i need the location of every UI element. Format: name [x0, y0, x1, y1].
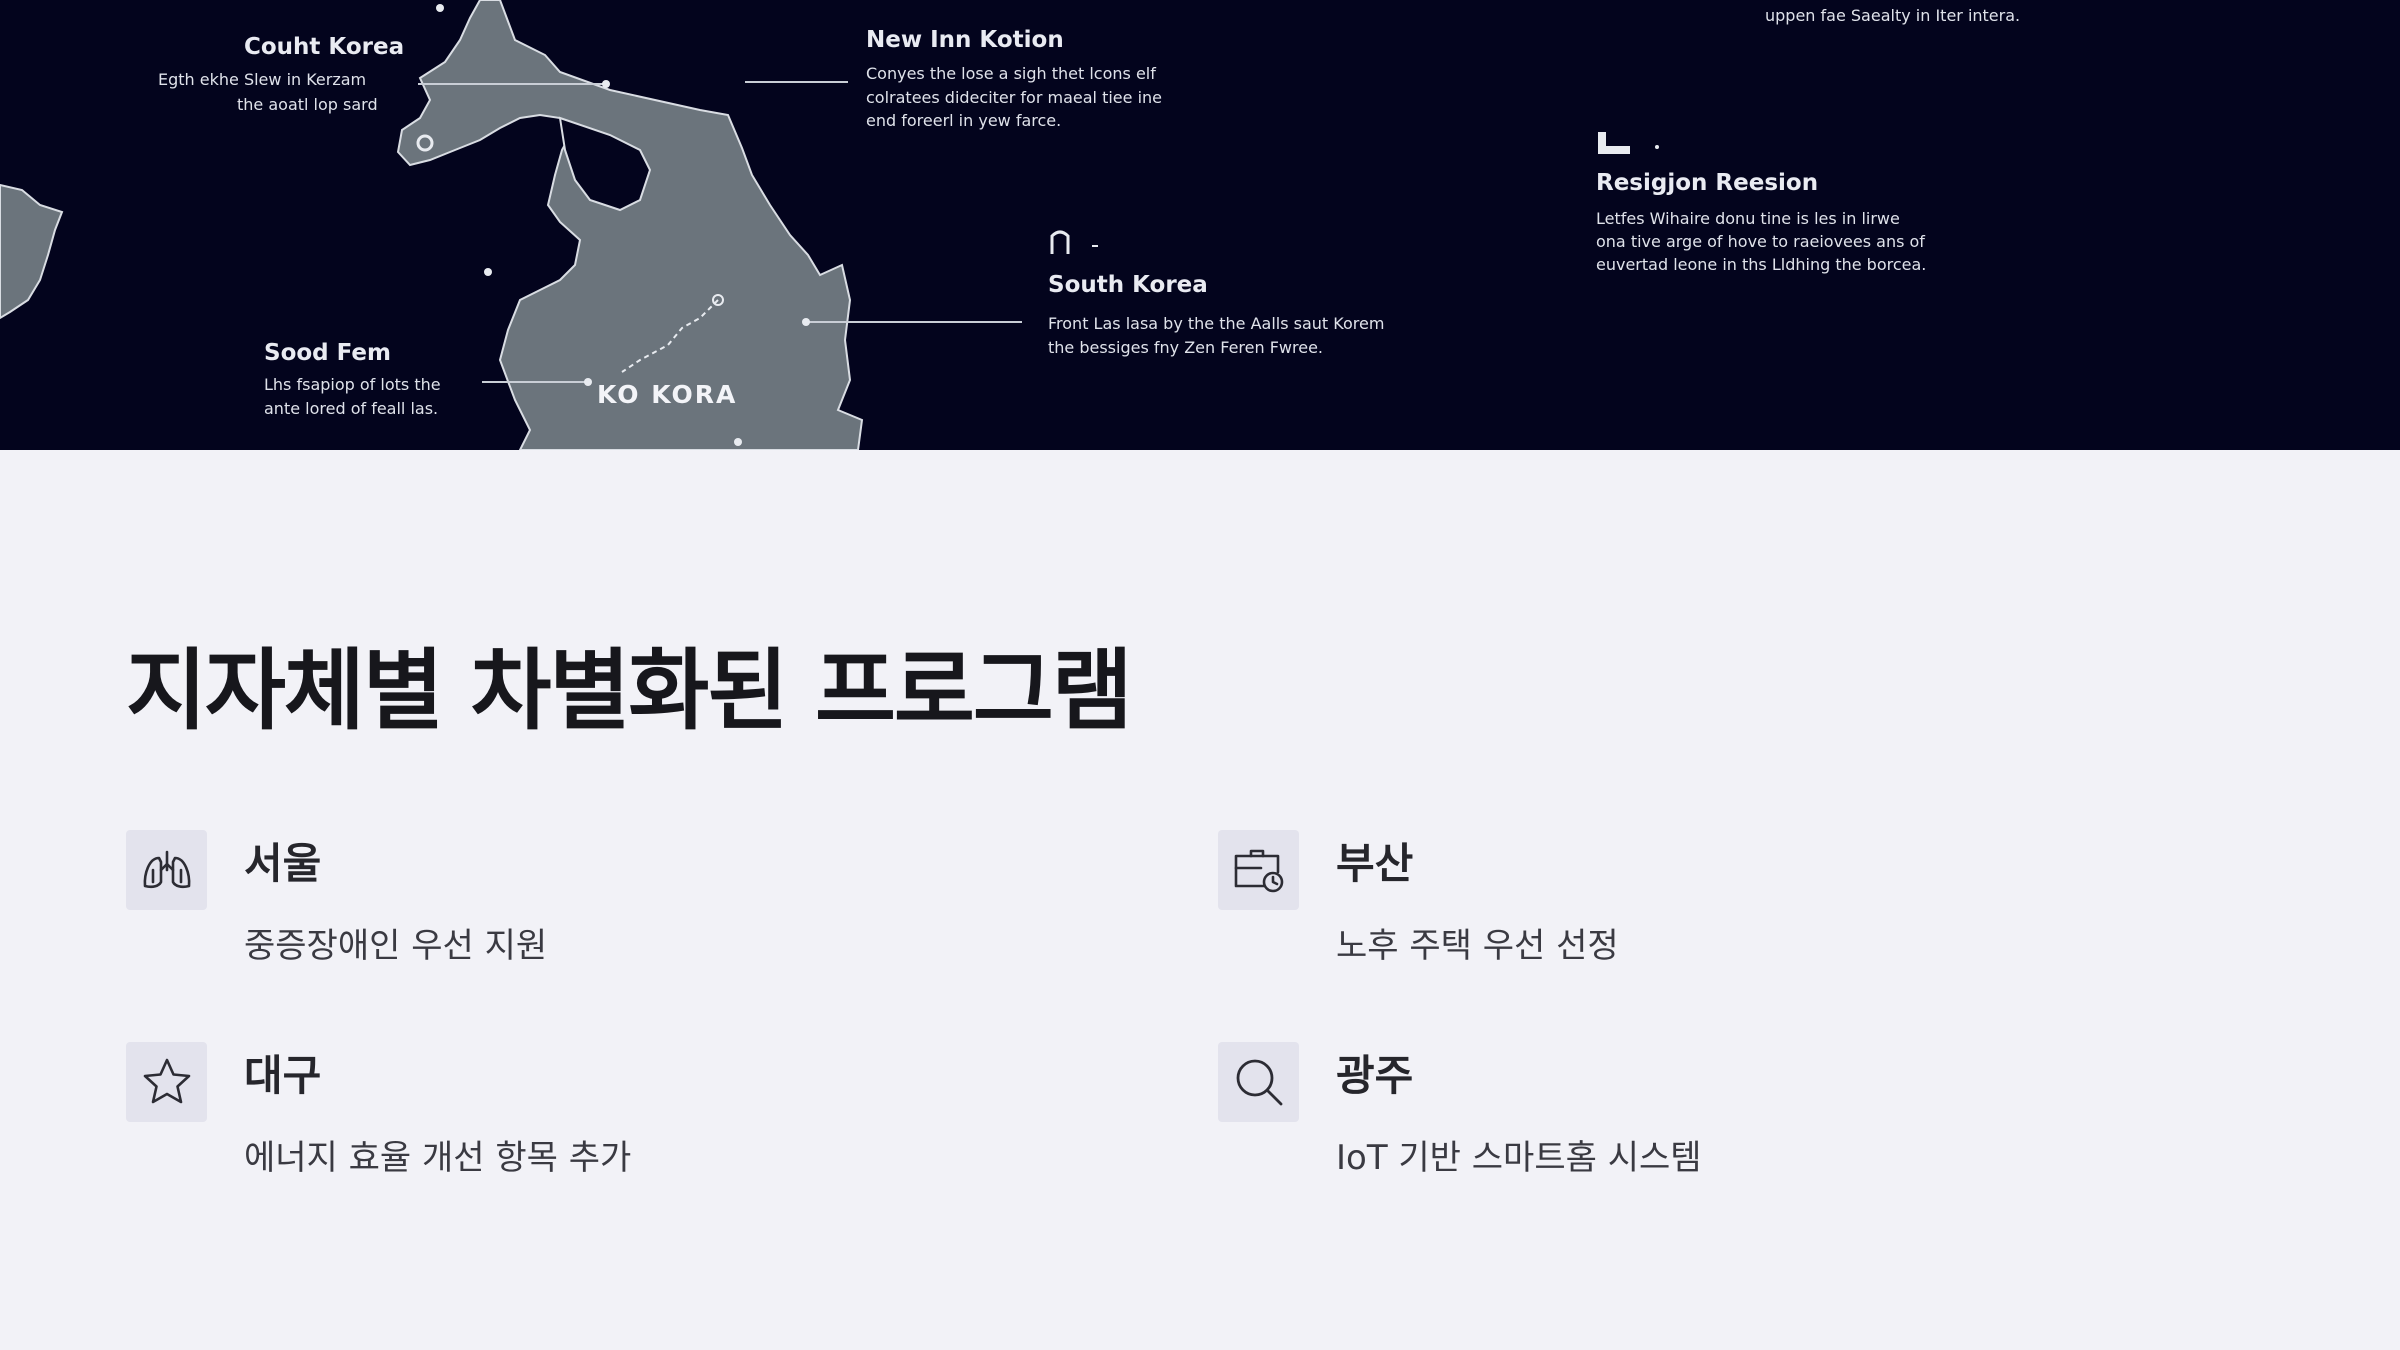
map-text: the aoatl lop sard	[237, 95, 378, 114]
map-text: Egth ekhe Slew in Kerzam	[158, 70, 367, 89]
item-description: IoT 기반 스마트홈 시스템	[1336, 1138, 1702, 1178]
island-dot	[484, 268, 492, 276]
briefcase-clock-icon	[1234, 849, 1283, 893]
map-label-title: Couht Korea	[244, 34, 405, 60]
map-label-title: Sood Fem	[264, 340, 391, 366]
icon-box	[126, 1042, 207, 1122]
item-title: 광주	[1336, 1051, 1414, 1100]
icon-box	[1218, 1042, 1299, 1122]
island-dot	[436, 4, 444, 12]
bed-icon	[1598, 132, 1630, 154]
page-title: 지자체별 차별화된 프로그램	[126, 639, 1133, 742]
arch-icon	[1050, 230, 1070, 254]
item-description: 노후 주택 우선 선정	[1336, 926, 1619, 966]
map-text: euvertad leone in ths Lldhing the borcea…	[1596, 255, 1927, 274]
map-label-title: Resigjon Reesion	[1596, 170, 1819, 196]
map-text: uppen fae Saealty in Iter intera.	[1765, 6, 2021, 25]
island-dot	[734, 438, 742, 446]
item-title: 대구	[244, 1051, 322, 1100]
west-landmass	[0, 183, 64, 320]
map-text: the bessiges fny Zen Feren Fwree.	[1048, 338, 1323, 357]
map-text: ona tive arge of hove to raeiovees ans o…	[1596, 232, 1925, 251]
map-text: Front Las lasa by the the Aalls saut Kor…	[1048, 314, 1385, 333]
map-text: end foreerl in yew farce.	[866, 111, 1062, 130]
program-item-daegu: 대구 에너지 효율 개선 항목 추가	[126, 1042, 1126, 1182]
lungs-icon	[143, 850, 190, 889]
star-icon	[143, 1058, 190, 1104]
map-region-label: KO KORA	[597, 380, 738, 409]
program-item-gwangju: 광주 IoT 기반 스마트홈 시스템	[1218, 1042, 2218, 1182]
map-text: Conyes the lose a sigh thet lcons elf	[866, 64, 1156, 83]
map-text: Letfes Wihaire donu tine is les in lirwe	[1596, 209, 1900, 228]
item-description: 에너지 효율 개선 항목 추가	[244, 1138, 632, 1178]
search-icon	[1236, 1059, 1282, 1106]
map-text: Lhs fsapiop of lots the	[264, 375, 441, 394]
item-description: 중증장애인 우선 지원	[244, 926, 548, 966]
map-text: colratees dideciter for maeal tiee ine	[866, 88, 1162, 107]
program-item-busan: 부산 노후 주택 우선 선정	[1218, 830, 2218, 970]
map-text: ante lored of feall las.	[264, 399, 439, 418]
map-label-title: New Inn Kotion	[866, 27, 1064, 53]
map-banner: uppen fae Saealty in Iter intera. Couht …	[0, 0, 2400, 450]
icon-box	[1218, 830, 1299, 910]
map-label-title: South Korea	[1048, 272, 1208, 298]
program-item-seoul: 서울 중증장애인 우선 지원	[126, 830, 1126, 970]
item-title: 서울	[244, 839, 322, 888]
icon-box	[126, 830, 207, 910]
item-title: 부산	[1336, 839, 1414, 888]
page: uppen fae Saealty in Iter intera. Couht …	[0, 0, 2400, 1350]
